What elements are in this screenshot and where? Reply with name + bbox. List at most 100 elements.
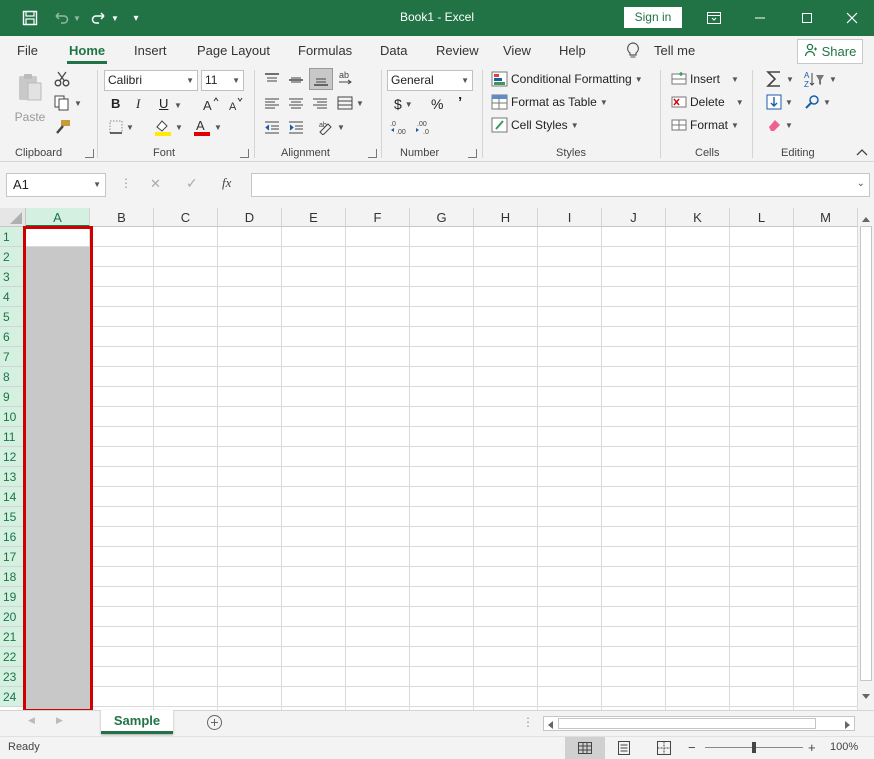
cut-icon[interactable] [53, 70, 71, 88]
row-header-2[interactable]: 2 [0, 247, 26, 267]
row-header-18[interactable]: 18 [0, 567, 26, 587]
zoom-level[interactable]: 100% [830, 741, 858, 753]
row-header-10[interactable]: 10 [0, 407, 26, 427]
column-header-i[interactable]: I [538, 208, 602, 227]
page-layout-view-icon[interactable] [617, 741, 631, 758]
scroll-down-icon[interactable] [861, 690, 871, 704]
tab-view[interactable]: View [503, 43, 531, 58]
number-format-select[interactable]: General ▼ [387, 70, 473, 91]
next-sheet-icon[interactable]: ▶ [56, 715, 63, 726]
clear-icon[interactable]: ▼ [766, 117, 793, 133]
format-cells-button[interactable]: Format ▼ [671, 117, 739, 133]
fill-icon[interactable]: ▼ [766, 94, 793, 110]
scroll-left-icon[interactable] [546, 719, 554, 733]
vertical-scroll-thumb[interactable] [860, 226, 872, 681]
horizontal-scroll-thumb[interactable] [558, 718, 816, 729]
number-launcher-icon[interactable] [468, 149, 477, 158]
find-select-icon[interactable]: ▼ [804, 94, 831, 110]
expand-formula-bar-icon[interactable]: ⌄ [857, 178, 865, 189]
normal-view-icon[interactable] [565, 737, 605, 759]
format-painter-icon[interactable] [53, 119, 71, 137]
wrap-text-icon[interactable]: ▼ [337, 95, 364, 111]
share-button[interactable]: Share [797, 39, 863, 64]
row-header-3[interactable]: 3 [0, 267, 26, 287]
row-header-14[interactable]: 14 [0, 487, 26, 507]
tab-data[interactable]: Data [380, 43, 407, 58]
spreadsheet-grid[interactable]: ABCDEFGHIJKLM 1 2 3 4 5 6 7 8 9 10 11 12 13 14 15 16 17 1… [0, 208, 858, 710]
column-header-j[interactable]: J [602, 208, 666, 227]
column-header-h[interactable]: H [474, 208, 538, 227]
row-header-12[interactable]: 12 [0, 447, 26, 467]
scroll-up-icon[interactable] [861, 212, 871, 226]
tab-help[interactable]: Help [559, 43, 586, 58]
row-header-1[interactable]: 1 [0, 227, 26, 247]
minimize-icon[interactable] [738, 0, 782, 36]
font-family-select[interactable]: Calibri ▼ [104, 70, 198, 91]
row-header-11[interactable]: 11 [0, 427, 26, 447]
increase-font-size-icon[interactable]: A [203, 96, 219, 112]
align-left-icon[interactable] [264, 96, 280, 112]
sort-filter-icon[interactable]: AZ ▼ [804, 70, 837, 88]
accounting-format-button[interactable]: $ ▼ [394, 96, 413, 112]
align-right-icon[interactable] [312, 96, 328, 112]
increase-decimal-icon[interactable]: .0.00 [390, 119, 408, 135]
autosum-icon[interactable]: ▼ [765, 69, 794, 89]
tell-me-search[interactable]: Tell me [654, 43, 695, 58]
cell-styles-button[interactable]: Cell Styles ▼ [491, 117, 579, 133]
row-header-4[interactable]: 4 [0, 287, 26, 307]
decrease-font-size-icon[interactable]: A [228, 96, 244, 112]
row-header-23[interactable]: 23 [0, 667, 26, 687]
column-header-g[interactable]: G [410, 208, 474, 227]
row-header-20[interactable]: 20 [0, 607, 26, 627]
scroll-right-icon[interactable] [844, 719, 852, 733]
select-all-button[interactable] [0, 208, 26, 227]
cancel-icon[interactable]: ✕ [150, 176, 161, 192]
zoom-slider-thumb[interactable] [752, 742, 756, 753]
column-header-k[interactable]: K [666, 208, 730, 227]
format-as-table-button[interactable]: Format as Table ▼ [491, 94, 608, 110]
sign-in-button[interactable]: Sign in [624, 7, 682, 28]
decrease-indent-icon[interactable] [264, 119, 280, 135]
column-header-m[interactable]: M [794, 208, 858, 227]
decrease-decimal-icon[interactable]: .00.0 [415, 119, 433, 135]
tab-split-grip-icon[interactable]: ⋮ [522, 715, 534, 729]
increase-indent-icon[interactable] [288, 119, 304, 135]
fill-color-icon[interactable]: ▼ [154, 118, 183, 136]
row-header-8[interactable]: 8 [0, 367, 26, 387]
tab-formulas[interactable]: Formulas [298, 43, 352, 58]
formula-input[interactable]: ⌄ [251, 173, 870, 197]
row-header-24[interactable]: 24 [0, 687, 26, 707]
insert-cells-button[interactable]: Insert ▼ [671, 71, 739, 87]
column-header-l[interactable]: L [730, 208, 794, 227]
column-header-e[interactable]: E [282, 208, 346, 227]
tab-review[interactable]: Review [436, 43, 479, 58]
zoom-out-button[interactable]: − [688, 740, 696, 755]
row-header-5[interactable]: 5 [0, 307, 26, 327]
copy-icon[interactable]: ▼ [53, 94, 82, 112]
ribbon-display-options-icon[interactable] [692, 0, 736, 36]
align-center-icon[interactable] [288, 96, 304, 112]
insert-function-icon[interactable]: fx [222, 175, 231, 191]
tab-insert[interactable]: Insert [134, 43, 167, 58]
italic-button[interactable]: I [136, 96, 140, 112]
orientation-icon[interactable]: ab [337, 69, 353, 87]
row-header-17[interactable]: 17 [0, 547, 26, 567]
vertical-scrollbar[interactable] [858, 208, 874, 710]
new-sheet-icon[interactable] [206, 714, 223, 734]
cell-area[interactable] [26, 227, 858, 710]
row-header-22[interactable]: 22 [0, 647, 26, 667]
row-header-7[interactable]: 7 [0, 347, 26, 367]
row-header-9[interactable]: 9 [0, 387, 26, 407]
font-launcher-icon[interactable] [240, 149, 249, 158]
comma-style-button[interactable]: ’ [458, 94, 462, 111]
enter-icon[interactable]: ✓ [186, 175, 198, 192]
row-header-13[interactable]: 13 [0, 467, 26, 487]
maximize-icon[interactable] [785, 0, 829, 36]
row-header-16[interactable]: 16 [0, 527, 26, 547]
row-header-21[interactable]: 21 [0, 627, 26, 647]
paste-button[interactable]: Paste [14, 72, 46, 124]
close-icon[interactable] [830, 0, 874, 36]
font-size-select[interactable]: 11 ▼ [201, 70, 244, 91]
collapse-ribbon-icon[interactable] [856, 148, 868, 156]
borders-icon[interactable]: ▼ [109, 120, 134, 134]
